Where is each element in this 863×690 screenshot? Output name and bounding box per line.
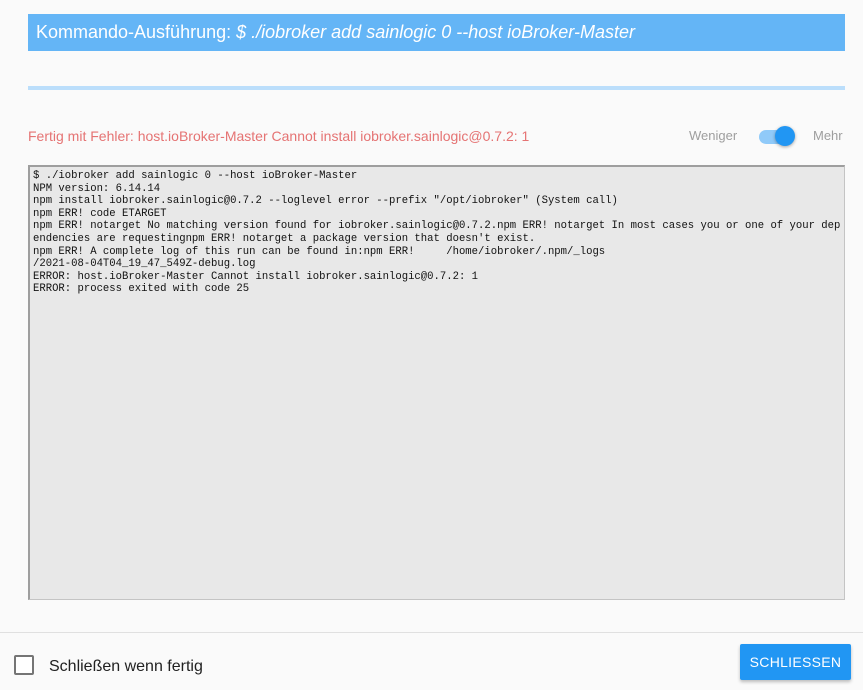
footer-divider [0,632,863,633]
log-line: npm ERR! A complete log of this run can … [33,245,606,258]
log-line: npm install iobroker.sainlogic@0.7.2 --l… [33,195,618,208]
toggle-less-label: Weniger [689,128,738,143]
log-line: npm ERR! code ETARGET [33,207,167,220]
close-when-done-label: Schließen wenn fertig [49,658,203,675]
close-when-done-checkbox[interactable] [14,655,34,675]
status-message: Fertig mit Fehler: host.ioBroker-Master … [28,128,530,144]
title-prefix: Kommando-Ausführung: [36,22,237,42]
close-button[interactable]: SCHLIESSEN [740,644,851,680]
toggle-more-label: Mehr [813,128,843,143]
switch-thumb[interactable] [775,126,795,146]
log-line: ERROR: process exited with code 25 [33,283,250,296]
log-line: NPM version: 6.14.14 [33,182,161,195]
progress-bar [28,86,845,90]
log-line: npm ERR! notarget No matching version fo… [33,220,841,245]
log-line: /2021-08-04T04_19_47_549Z-debug.log [33,258,256,271]
details-toggle-switch[interactable] [757,126,797,148]
dialog-title: Kommando-Ausführung: $ ./iobroker add sa… [28,14,845,51]
log-output[interactable]: $ ./iobroker add sainlogic 0 --host ioBr… [28,165,845,600]
title-command: $ ./iobroker add sainlogic 0 --host ioBr… [236,22,635,42]
log-line: $ ./iobroker add sainlogic 0 --host ioBr… [33,170,358,182]
progress-fill [28,86,845,90]
log-line: ERROR: host.ioBroker-Master Cannot insta… [33,270,479,283]
